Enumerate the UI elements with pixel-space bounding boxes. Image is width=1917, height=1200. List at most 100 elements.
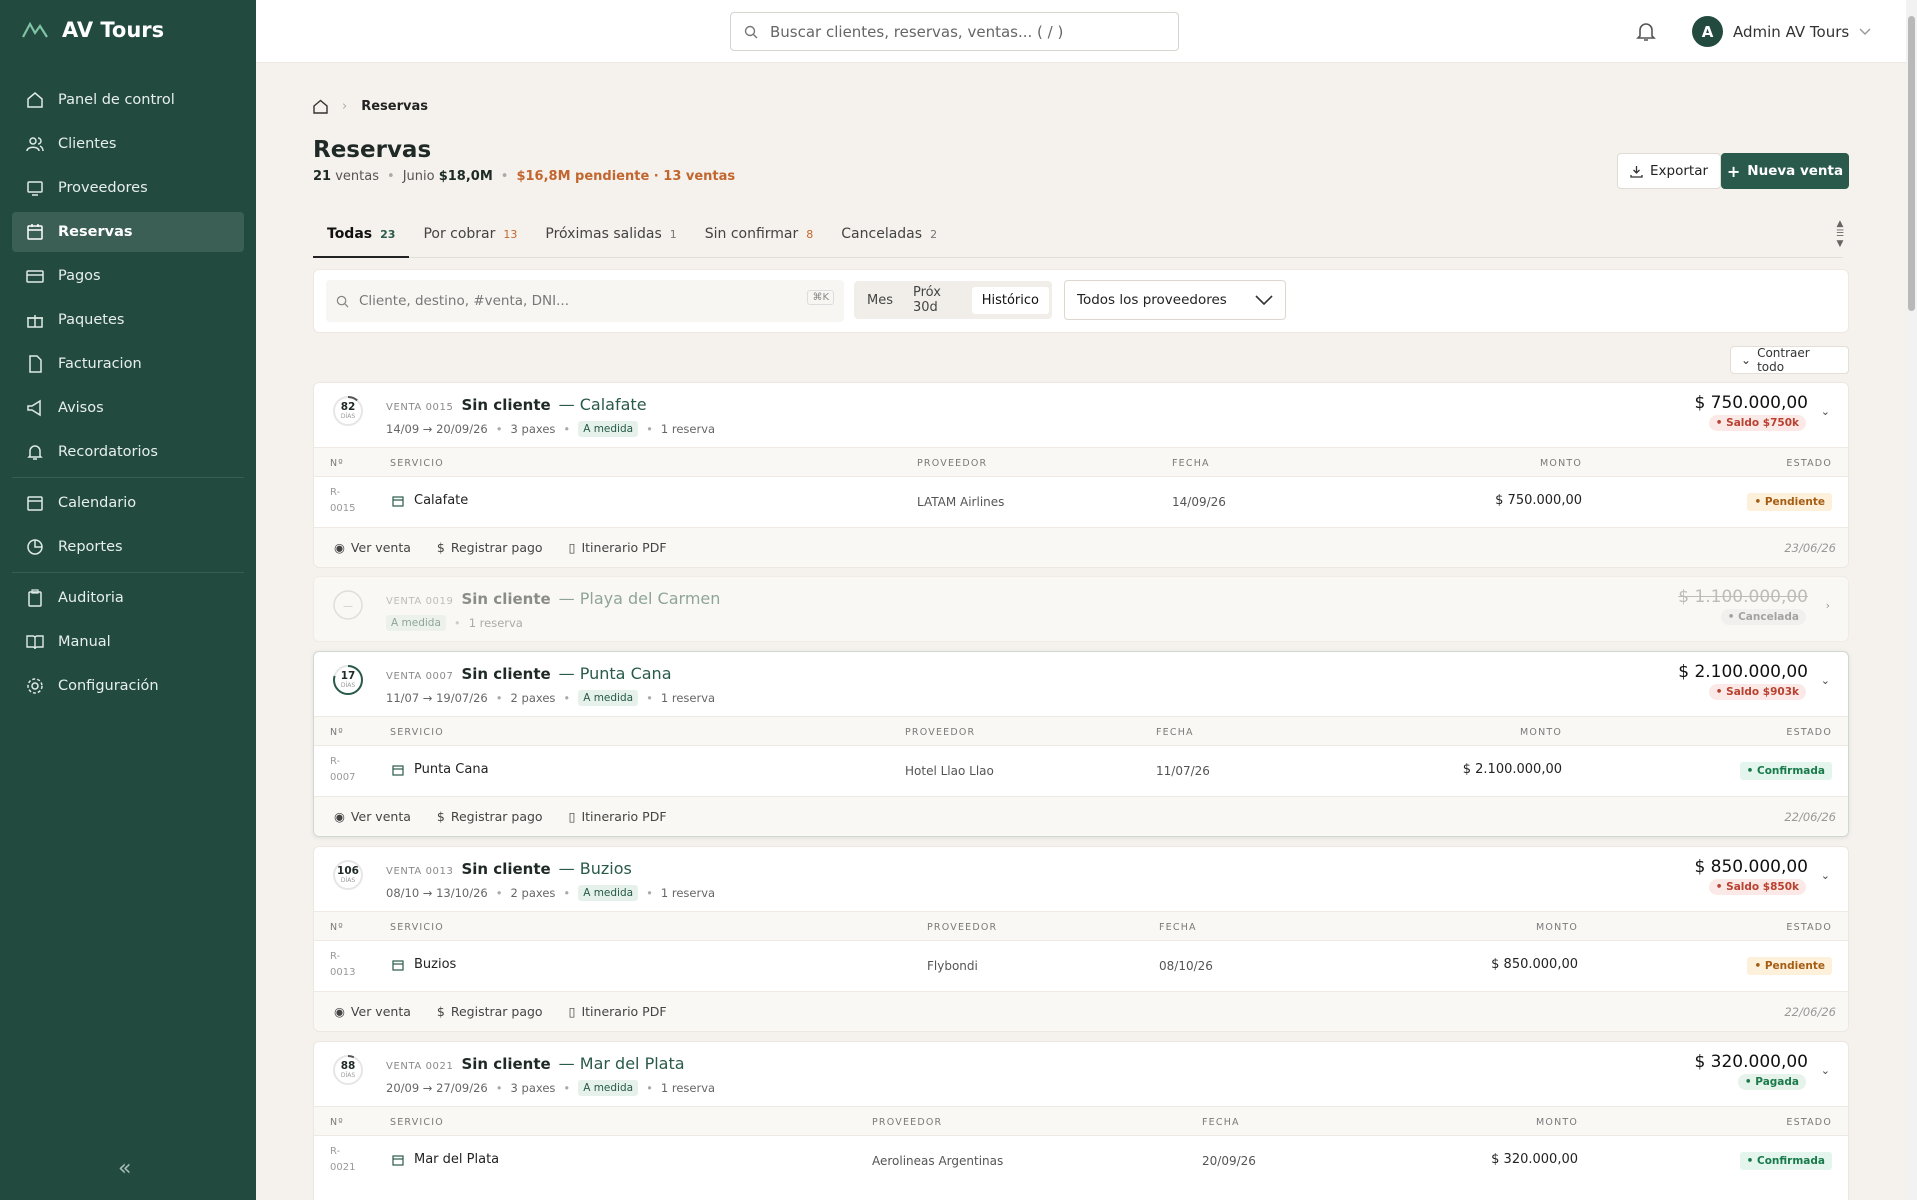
filter-search-input[interactable]: Cliente, destino, #venta, DNI... ⌘K — [326, 280, 844, 322]
expand-chevron-icon[interactable]: ⌄ — [1821, 1064, 1830, 1077]
sale-pax: 3 paxes — [510, 422, 556, 436]
collapse-all-button[interactable]: ⌄ Contraer todo — [1730, 346, 1849, 374]
expand-chevron-icon[interactable]: ⌄ — [1821, 674, 1830, 687]
sale-card[interactable]: 106 DÍAS VENTA 0013 Sin cliente — Buzios 08… — [313, 846, 1849, 1032]
sidebar-item-reportes[interactable]: Reportes — [12, 527, 244, 567]
user-menu[interactable]: A Admin AV Tours — [1692, 16, 1871, 47]
sale-card[interactable]: 82 DÍAS VENTA 0015 Sin cliente — Calafate 1… — [313, 382, 1849, 568]
export-button[interactable]: Exportar — [1617, 153, 1722, 189]
service-cell: Punta Cana — [392, 762, 489, 777]
table-row[interactable]: R- 0021 Mar del Plata Aerolineas Argentin… — [314, 1136, 1848, 1186]
tab-canceladas[interactable]: Canceladas 2 — [827, 216, 951, 258]
service-cell: Calafate — [392, 493, 468, 508]
register-payment-button[interactable]: $ Registrar pago — [437, 540, 543, 555]
sale-card[interactable]: 88 DÍAS VENTA 0021 Sin cliente — Mar del Pl… — [313, 1041, 1849, 1200]
period-mes[interactable]: Mes — [857, 287, 903, 314]
sale-amount: $ 2.100.000,00 — [1678, 662, 1808, 682]
sidebar-item-paquetes[interactable]: Paquetes — [12, 300, 244, 340]
view-sale-button[interactable]: ◉ Ver venta — [334, 1004, 411, 1019]
service-cell: Mar del Plata — [392, 1152, 499, 1167]
itinerary-pdf-button[interactable]: ▯ Itinerario PDF — [569, 540, 667, 555]
sidebar-item-recordatorios[interactable]: Recordatorios — [12, 432, 244, 472]
sidebar-item-pagos[interactable]: Pagos — [12, 256, 244, 296]
period-prox-30d[interactable]: Próx 30d — [903, 279, 972, 321]
tab-sin-confirmar[interactable]: Sin confirmar 8 — [691, 216, 828, 258]
sale-card-cancelled[interactable]: — VENTA 0019 Sin cliente — Playa del Carme… — [313, 576, 1849, 642]
sidebar-item-configuracion[interactable]: Configuración — [12, 666, 244, 706]
sidebar-item-auditoria[interactable]: Auditoria — [12, 578, 244, 618]
pending-summary: $16,8M pendiente · 13 ventas — [516, 169, 736, 184]
table-row[interactable]: R- 0007 Punta Cana Hotel Llao Llao 11/07/… — [314, 746, 1848, 796]
sidebar-item-label: Configuración — [58, 678, 159, 694]
period-historico[interactable]: Histórico — [971, 286, 1049, 314]
expand-chevron-icon[interactable]: › — [1826, 599, 1830, 612]
sale-tag: A medida — [578, 421, 639, 437]
days-ring-label: 17 DÍAS — [332, 664, 364, 696]
tab-count: 2 — [930, 228, 938, 241]
sidebar-item-panel[interactable]: Panel de control — [12, 80, 244, 120]
sidebar-item-reservas[interactable]: Reservas — [12, 212, 244, 252]
register-payment-button[interactable]: $ Registrar pago — [437, 1004, 543, 1019]
rid-prefix: R- — [330, 1146, 341, 1157]
calendar-icon — [27, 224, 43, 240]
period-segmented-control: Mes Próx 30d Histórico — [854, 281, 1052, 319]
sale-dates: 08/10 → 13/10/26 — [386, 886, 488, 900]
register-payment-button[interactable]: $ Registrar pago — [437, 809, 543, 824]
scrollbar[interactable] — [1906, 0, 1917, 1200]
rid-number: 0021 — [330, 1162, 356, 1173]
sale-client: Sin cliente — [461, 860, 551, 878]
expand-chevron-icon[interactable]: ⌄ — [1821, 405, 1830, 418]
tab-count: 23 — [380, 228, 396, 241]
scrollbar-thumb[interactable] — [1908, 16, 1915, 311]
chevron-right-icon: › — [342, 99, 348, 114]
expand-chevron-icon[interactable]: ⌄ — [1821, 869, 1830, 882]
notifications-bell-icon[interactable] — [1636, 20, 1656, 42]
sale-dates: 14/09 → 20/09/26 — [386, 422, 488, 436]
tab-count: 8 — [806, 228, 814, 241]
tab-por-cobrar[interactable]: Por cobrar 13 — [409, 216, 531, 258]
sale-card[interactable]: 17 DÍAS VENTA 0007 Sin cliente — Punta Cana… — [313, 651, 1849, 837]
table-row[interactable]: R- 0013 Buzios Flybondi 08/10/26 $ 850.00… — [314, 941, 1848, 991]
rid-number: 0007 — [330, 772, 356, 783]
avatar: A — [1692, 16, 1723, 47]
sidebar-item-clientes[interactable]: Clientes — [12, 124, 244, 164]
sidebar-item-label: Manual — [58, 634, 111, 650]
monitor-icon — [27, 181, 43, 196]
tab-proximas-salidas[interactable]: Próximas salidas 1 — [531, 216, 690, 258]
service-name: Buzios — [414, 957, 457, 972]
view-sale-button[interactable]: ◉ Ver venta — [334, 540, 411, 555]
tab-todas[interactable]: Todas 23 — [313, 216, 410, 258]
new-sale-button[interactable]: + Nueva venta — [1721, 153, 1849, 189]
col-monto: MONTO — [1536, 922, 1579, 933]
scroll-tabs-control[interactable]: ▲ ☰ ▼ — [1833, 219, 1847, 249]
sidebar-item-manual[interactable]: Manual — [12, 622, 244, 662]
file-icon: ▯ — [568, 540, 576, 555]
provider-select[interactable]: Todos los proveedores — [1064, 280, 1286, 320]
provider-name: Flybondi — [927, 959, 978, 973]
global-search-input[interactable]: Buscar clientes, reservas, ventas... ( /… — [730, 12, 1179, 51]
sale-amount: $ 750.000,00 — [1694, 393, 1808, 413]
col-proveedor: PROVEEDOR — [872, 1117, 943, 1128]
col-fecha: FECHA — [1202, 1117, 1240, 1128]
sidebar-item-proveedores[interactable]: Proveedores — [12, 168, 244, 208]
provider-name: Aerolineas Argentinas — [872, 1154, 1004, 1168]
sidebar-item-label: Avisos — [58, 400, 104, 416]
table-row[interactable]: R- 0015 Calafate LATAM Airlines 14/09/26 … — [314, 477, 1848, 527]
eye-icon: ◉ — [334, 1004, 345, 1019]
sidebar-nav: Panel de control Clientes Proveedores Re… — [12, 80, 244, 710]
view-sale-button[interactable]: ◉ Ver venta — [334, 809, 411, 824]
brand[interactable]: AV Tours — [22, 18, 164, 42]
itinerary-pdf-button[interactable]: ▯ Itinerario PDF — [569, 809, 667, 824]
sale-destination: — Buzios — [558, 859, 632, 878]
home-icon[interactable] — [313, 99, 328, 114]
itinerary-pdf-button[interactable]: ▯ Itinerario PDF — [569, 1004, 667, 1019]
collapse-sidebar-button[interactable]: « — [118, 1156, 131, 1181]
sidebar-item-facturacion[interactable]: Facturacion — [12, 344, 244, 384]
sidebar-item-label: Reportes — [58, 539, 123, 555]
sale-tag: A medida — [578, 885, 639, 901]
sale-destination: — Mar del Plata — [558, 1054, 685, 1073]
sidebar-item-calendario[interactable]: Calendario — [12, 483, 244, 523]
clipboard-icon — [28, 589, 42, 607]
chevron-down-icon — [1859, 28, 1871, 35]
sidebar-item-avisos[interactable]: Avisos — [12, 388, 244, 428]
